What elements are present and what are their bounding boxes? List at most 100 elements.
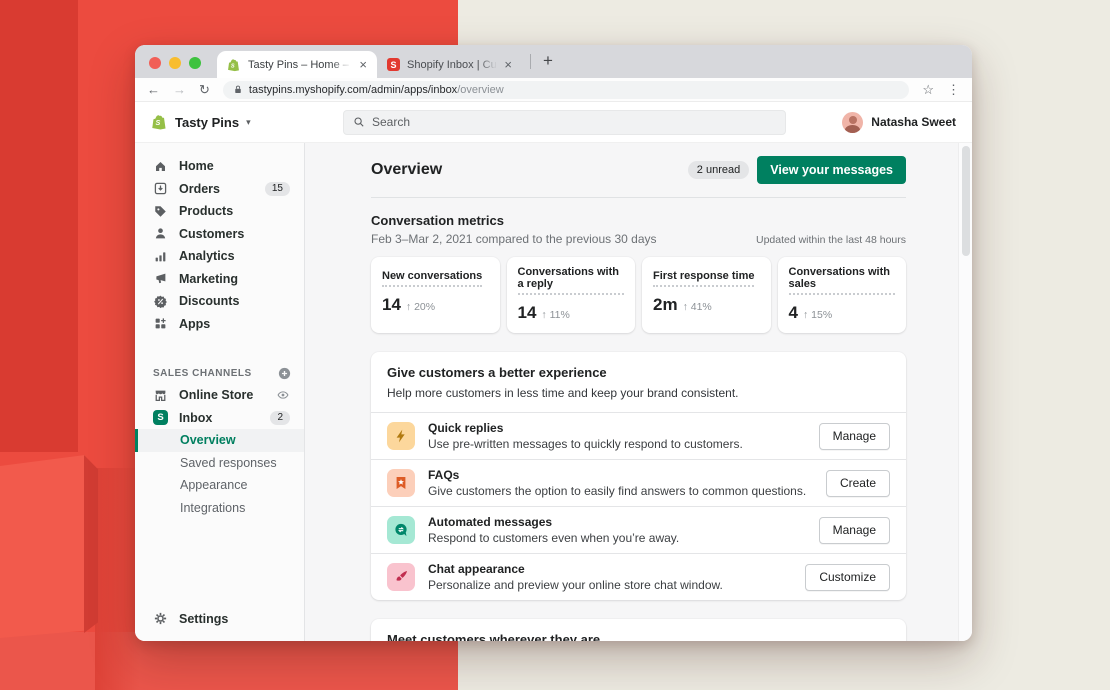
sidebar-item-products[interactable]: Products bbox=[135, 200, 304, 223]
eye-icon[interactable] bbox=[276, 388, 290, 402]
close-icon[interactable]: × bbox=[504, 58, 512, 71]
close-window-button[interactable] bbox=[149, 57, 161, 69]
sidebar-item-discounts[interactable]: Discounts bbox=[135, 290, 304, 313]
manage-automated-messages-button[interactable]: Manage bbox=[819, 517, 890, 544]
person-icon bbox=[153, 226, 168, 241]
tab-title: Shopify Inbox | Customers bbox=[407, 59, 497, 71]
metric-card-conversations-with-reply: Conversations with a reply 14↑ 11% bbox=[507, 257, 636, 333]
bar-chart-icon bbox=[153, 249, 168, 264]
url-path-muted: /overview bbox=[457, 84, 503, 96]
sidebar-subitem-integrations[interactable]: Integrations bbox=[135, 497, 304, 520]
feature-title: FAQs bbox=[428, 468, 813, 482]
experience-subtitle: Help more customers in less time and kee… bbox=[387, 386, 890, 400]
sidebar-item-label: Settings bbox=[179, 612, 228, 626]
url-text: tastypins.myshopify.com/admin/apps/inbox… bbox=[249, 84, 504, 96]
tab-tasty-pins[interactable]: S Tasty Pins – Home – Shopify × bbox=[217, 51, 377, 78]
sidebar-item-online-store[interactable]: Online Store bbox=[135, 384, 304, 407]
store-switcher[interactable]: S Tasty Pins ▾ bbox=[151, 113, 343, 131]
scrollbar-thumb[interactable] bbox=[962, 146, 970, 256]
feature-row-automated-messages: Automated messages Respond to customers … bbox=[371, 506, 906, 553]
header-divider bbox=[371, 197, 906, 198]
new-tab-button[interactable]: + bbox=[539, 51, 557, 73]
shopify-logo-icon: S bbox=[151, 113, 168, 131]
sidebar-item-customers[interactable]: Customers bbox=[135, 223, 304, 246]
lock-icon bbox=[233, 84, 243, 95]
metric-value: 14 bbox=[518, 303, 537, 323]
url-main: tastypins.myshopify.com/admin/apps/inbox bbox=[249, 84, 457, 96]
metrics-title: Conversation metrics bbox=[371, 213, 906, 228]
search-icon bbox=[353, 116, 365, 128]
window-controls[interactable] bbox=[149, 57, 201, 69]
feature-title: Automated messages bbox=[428, 515, 806, 529]
sidebar-subitem-overview[interactable]: Overview bbox=[135, 429, 304, 452]
zoom-window-button[interactable] bbox=[189, 57, 201, 69]
sidebar-item-apps[interactable]: Apps bbox=[135, 313, 304, 336]
inbox-app-icon: S bbox=[153, 410, 168, 425]
experience-card: Give customers a better experience Help … bbox=[371, 352, 906, 600]
admin-topbar: S Tasty Pins ▾ Search Natasha Sweet bbox=[135, 102, 972, 142]
metric-label[interactable]: First response time bbox=[653, 270, 754, 287]
experience-title: Give customers a better experience bbox=[387, 365, 890, 380]
bookmark-star-toolbar-icon[interactable]: ☆ bbox=[922, 83, 934, 96]
back-icon[interactable]: ← bbox=[147, 83, 160, 96]
metric-label[interactable]: New conversations bbox=[382, 270, 482, 287]
view-messages-button[interactable]: View your messages bbox=[757, 156, 906, 184]
subitem-label: Appearance bbox=[180, 478, 247, 492]
metric-delta: ↑ 15% bbox=[803, 309, 832, 321]
manage-quick-replies-button[interactable]: Manage bbox=[819, 423, 890, 450]
sidebar-item-settings[interactable]: Settings bbox=[135, 608, 304, 631]
avatar bbox=[842, 112, 863, 133]
sidebar-subitem-appearance[interactable]: Appearance bbox=[135, 474, 304, 497]
feature-description: Personalize and preview your online stor… bbox=[428, 578, 792, 592]
browser-menu-icon[interactable]: ⋮ bbox=[947, 83, 960, 96]
page-header: Overview 2 unread View your messages bbox=[371, 156, 906, 184]
bookmark-star-icon bbox=[387, 469, 415, 497]
main-content: Overview 2 unread View your messages Con… bbox=[305, 143, 972, 641]
sidebar-item-analytics[interactable]: Analytics bbox=[135, 245, 304, 268]
customize-chat-appearance-button[interactable]: Customize bbox=[805, 564, 890, 591]
sidebar-item-home[interactable]: Home bbox=[135, 155, 304, 178]
shopify-bag-icon: S bbox=[227, 58, 241, 72]
sidebar-item-marketing[interactable]: Marketing bbox=[135, 268, 304, 291]
conversation-metrics-section: Conversation metrics Feb 3–Mar 2, 2021 c… bbox=[371, 213, 906, 333]
scrollbar[interactable] bbox=[958, 143, 972, 641]
browser-window: S Tasty Pins – Home – Shopify × S Shopif… bbox=[135, 45, 972, 641]
delta-value: 11% bbox=[550, 309, 570, 321]
subitem-label: Overview bbox=[180, 433, 236, 447]
page-title: Overview bbox=[371, 161, 688, 179]
sales-channels-header: SALES CHANNELS bbox=[135, 362, 304, 384]
metric-card-new-conversations: New conversations 14↑ 20% bbox=[371, 257, 500, 333]
meet-customers-card: Meet customers wherever they are Use Inb… bbox=[371, 619, 906, 641]
metric-label[interactable]: Conversations with sales bbox=[789, 266, 896, 295]
create-faqs-button[interactable]: Create bbox=[826, 470, 890, 497]
chat-sync-icon bbox=[387, 516, 415, 544]
metric-label[interactable]: Conversations with a reply bbox=[518, 266, 625, 295]
sidebar-item-orders[interactable]: Orders 15 bbox=[135, 178, 304, 201]
orders-icon bbox=[153, 181, 168, 196]
gear-icon bbox=[153, 611, 168, 626]
address-bar[interactable]: tastypins.myshopify.com/admin/apps/inbox… bbox=[223, 81, 909, 99]
arrow-up-icon: ↑ bbox=[406, 301, 411, 313]
decorative-cube-shadow bbox=[95, 468, 140, 690]
unread-badge: 2 unread bbox=[688, 161, 749, 179]
sidebar-item-label: Analytics bbox=[179, 249, 235, 263]
close-icon[interactable]: × bbox=[359, 58, 367, 71]
sidebar-item-inbox[interactable]: S Inbox 2 bbox=[135, 407, 304, 430]
sidebar-subitem-saved-responses[interactable]: Saved responses bbox=[135, 452, 304, 475]
tab-title: Tasty Pins – Home – Shopify bbox=[248, 59, 352, 71]
user-menu[interactable]: Natasha Sweet bbox=[842, 112, 956, 133]
search-input[interactable]: Search bbox=[343, 110, 786, 135]
sidebar-item-label: Inbox bbox=[179, 411, 212, 425]
reload-icon[interactable]: ↻ bbox=[199, 83, 210, 96]
sidebar-nav: Home Orders 15 Products Customers Analyt… bbox=[135, 143, 305, 641]
minimize-window-button[interactable] bbox=[169, 57, 181, 69]
metric-delta: ↑ 20% bbox=[406, 301, 435, 313]
megaphone-icon bbox=[153, 271, 168, 286]
sidebar-item-label: Discounts bbox=[179, 294, 239, 308]
inbox-count-badge: 2 bbox=[270, 411, 290, 425]
add-sales-channel-button[interactable] bbox=[277, 366, 292, 381]
svg-text:S: S bbox=[156, 118, 161, 127]
tab-shopify-inbox[interactable]: S Shopify Inbox | Customers × bbox=[377, 51, 522, 78]
forward-icon[interactable]: → bbox=[173, 83, 186, 96]
metrics-date-range: Feb 3–Mar 2, 2021 compared to the previo… bbox=[371, 232, 756, 246]
